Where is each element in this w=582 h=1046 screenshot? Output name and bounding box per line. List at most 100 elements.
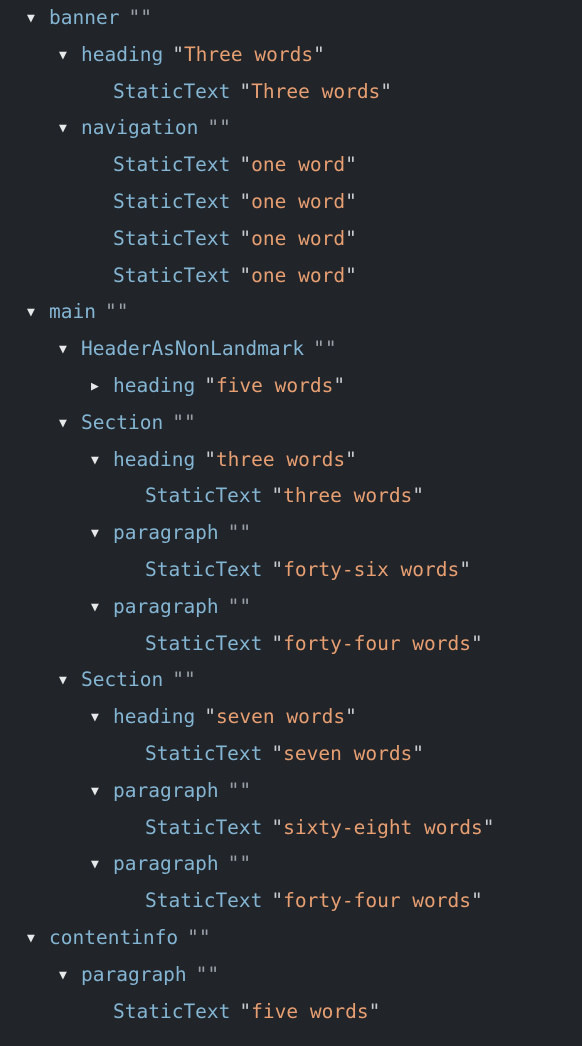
node-value-text: one word [251,153,346,177]
tree-row[interactable]: ▼StaticText "forty-six words" [0,552,582,589]
node-value-text: five words [251,999,369,1023]
node-value-text: one word [251,226,346,250]
tree-row[interactable]: ▼ main "" [0,294,582,331]
expand-triangle-down-icon[interactable]: ▼ [59,958,77,995]
node-value-text: Three words [183,42,314,66]
open-quote: " [239,263,252,287]
tree-row[interactable]: ▼ paragraph "" [0,589,582,626]
tree-row[interactable]: ▼StaticText "sixty-eight words" [0,810,582,847]
node-role-label: Section [81,668,164,692]
expand-triangle-down-icon[interactable]: ▼ [59,332,77,369]
open-quote: " [227,778,240,802]
open-quote: " [195,962,208,986]
close-quote: " [459,557,472,581]
node-role-label: heading [113,373,196,397]
expand-triangle-down-icon[interactable]: ▼ [91,847,109,884]
expand-triangle-down-icon[interactable]: ▼ [27,921,45,958]
close-quote: " [412,741,425,765]
tree-row[interactable]: ▼ paragraph "" [0,846,582,883]
tree-row-spacer: ▼ [123,553,141,590]
open-quote: " [207,116,220,140]
open-quote: " [239,226,252,250]
tree-row[interactable]: ▼StaticText "five words" [0,994,582,1031]
node-value-text: sixty-eight words [283,815,483,839]
node-role-label: StaticText [145,889,263,913]
node-value-text: one word [251,189,346,213]
node-role-label: StaticText [145,557,263,581]
tree-row[interactable]: ▼ paragraph "" [0,515,582,552]
expand-triangle-down-icon[interactable]: ▼ [91,516,109,553]
tree-row[interactable]: ▼ paragraph "" [0,957,582,994]
tree-row[interactable]: ▼ heading "Three words" [0,37,582,74]
open-quote: " [227,521,240,545]
tree-row-spacer: ▼ [91,259,109,296]
tree-row[interactable]: ▼StaticText "forty-four words" [0,626,582,663]
close-quote: " [183,410,196,434]
node-role-label: paragraph [113,778,219,802]
node-role-label: HeaderAsNonLandmark [81,337,305,361]
tree-row[interactable]: ▼StaticText "one word" [0,221,582,258]
accessibility-tree-panel: ▼RootWebArea"two words page" ▼banner""▼h… [0,0,582,1046]
open-quote: " [271,889,284,913]
expand-triangle-down-icon[interactable]: ▼ [91,774,109,811]
close-quote: " [219,116,231,140]
node-role-label: StaticText [113,263,231,287]
open-quote: " [239,153,252,177]
tree-row-spacer: ▼ [91,75,109,112]
open-quote: " [204,373,216,397]
close-quote: " [345,705,357,729]
open-quote: " [271,815,284,839]
expand-triangle-down-icon[interactable]: ▼ [27,295,45,332]
node-role-label: paragraph [113,521,219,545]
open-quote: " [271,484,284,508]
node-role-label: StaticText [113,226,231,250]
expand-triangle-down-icon[interactable]: ▼ [91,443,109,480]
node-role-label: heading [113,705,196,729]
tree-row[interactable]: ▼ heading "seven words" [0,699,582,736]
expand-triangle-down-icon[interactable]: ▼ [91,700,109,737]
close-quote: " [368,999,381,1023]
close-quote: " [380,79,393,103]
node-role-label: paragraph [113,594,219,618]
tree-row[interactable]: ▼StaticText "one word" [0,184,582,221]
expand-triangle-down-icon[interactable]: ▼ [27,1,45,38]
close-quote: " [198,925,211,949]
open-quote: " [271,557,284,581]
open-quote: " [204,447,216,471]
tree-row[interactable]: ▼StaticText "one word" [0,258,582,295]
tree-row[interactable]: ▼StaticText "one word" [0,147,582,184]
open-quote: " [239,999,252,1023]
tree-row[interactable]: ▼StaticText "three words" [0,478,582,515]
expand-triangle-down-icon[interactable]: ▼ [91,590,109,627]
tree-row[interactable]: ▼StaticText "Three words" [0,74,582,111]
open-quote: " [187,925,199,949]
node-value-text: forty-six words [283,557,460,581]
close-quote: " [345,153,357,177]
tree-row[interactable]: ▼ paragraph "" [0,773,582,810]
close-quote: " [207,962,220,986]
tree-row-spacer: ▼ [123,737,141,774]
node-role-label: StaticText [145,631,263,655]
tree-row[interactable]: ▼ heading "three words" [0,442,582,479]
expand-triangle-down-icon[interactable]: ▼ [59,406,77,443]
close-quote: " [239,594,252,618]
tree-row-spacer: ▼ [91,185,109,222]
tree-row-list: ▼banner""▼heading"Three words"▼StaticTex… [0,0,582,1030]
tree-row-spacer: ▼ [123,811,141,848]
node-role-label: paragraph [81,962,187,986]
tree-row[interactable]: ▼ navigation "" [0,110,582,147]
tree-row[interactable]: ▼ banner "" [0,0,582,37]
expand-triangle-down-icon[interactable]: ▼ [59,38,77,75]
tree-row[interactable]: ▼ Section "" [0,662,582,699]
expand-triangle-right-icon[interactable]: ▶ [91,369,109,406]
tree-row[interactable]: ▼ HeaderAsNonLandmark "" [0,331,582,368]
expand-triangle-down-icon[interactable]: ▼ [59,663,77,700]
node-value-text: one word [251,263,346,287]
tree-row[interactable]: ▼ Section "" [0,405,582,442]
expand-triangle-down-icon[interactable]: ▼ [59,111,77,148]
tree-row[interactable]: ▶ heading "five words" [0,368,582,405]
tree-row[interactable]: ▼ contentinfo "" [0,920,582,957]
tree-row[interactable]: ▼StaticText "seven words" [0,736,582,773]
tree-row[interactable]: ▼StaticText "forty-four words" [0,883,582,920]
node-value-text: forty-four words [283,889,471,913]
